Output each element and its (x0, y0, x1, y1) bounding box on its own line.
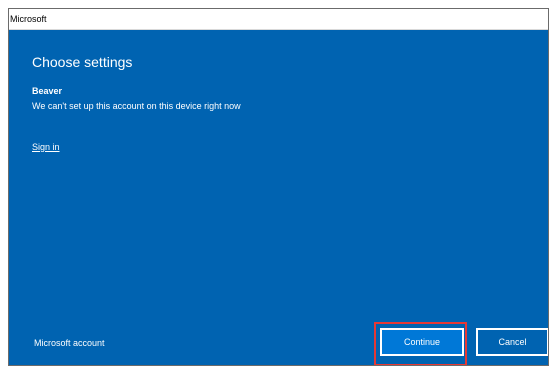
cancel-button-label: Cancel (498, 337, 527, 347)
footer-text: Microsoft account (34, 338, 105, 348)
cancel-button[interactable]: Cancel (476, 328, 549, 356)
continue-button-label: Continue (403, 337, 441, 347)
window-title: Microsoft (10, 14, 47, 24)
dialog-panel: Choose settings Beaver We can't set up t… (8, 30, 549, 366)
dialog-message: We can't set up this account on this dev… (32, 101, 241, 111)
dialog-heading: Choose settings (32, 54, 133, 70)
sign-in-link[interactable]: Sign in (32, 142, 60, 152)
continue-button[interactable]: Continue (380, 328, 464, 356)
account-name: Beaver (32, 86, 63, 96)
window-titlebar: Microsoft (8, 8, 549, 30)
